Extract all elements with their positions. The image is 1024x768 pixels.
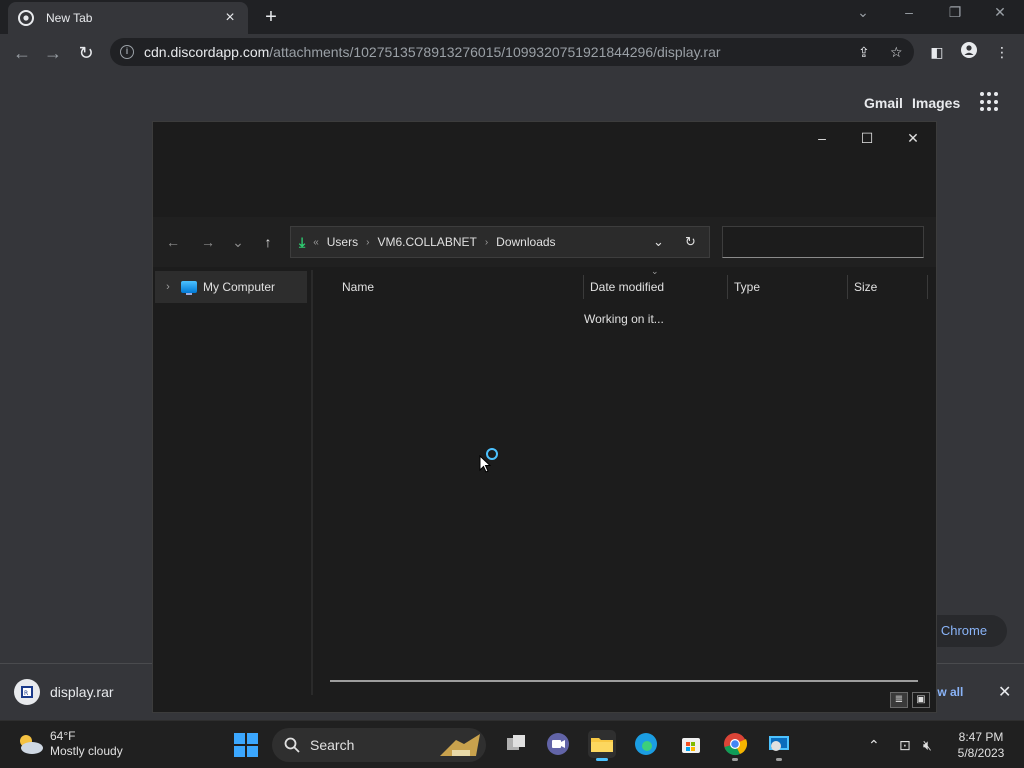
- dialog-maximize-icon[interactable]: ☐: [852, 128, 882, 148]
- dialog-address-bar[interactable]: ⤓ « Users › VM6.COLLABNET › Downloads ⌄ …: [290, 226, 710, 258]
- chrome-tab-bar: New Tab × + ⌄ – ❐ ✕: [0, 0, 1024, 34]
- microsoft-store-icon[interactable]: [677, 730, 705, 758]
- weather-desc: Mostly cloudy: [50, 744, 123, 758]
- weather-temp: 64°F: [50, 729, 76, 743]
- edge-icon[interactable]: [632, 730, 660, 758]
- profile-avatar-icon[interactable]: [959, 42, 979, 62]
- reload-button[interactable]: ↻: [73, 40, 99, 66]
- task-view-icon[interactable]: [502, 730, 530, 758]
- breadcrumb-vm6[interactable]: VM6.COLLABNET: [377, 235, 476, 249]
- computer-icon: [181, 281, 197, 295]
- column-header-type[interactable]: Type: [728, 275, 848, 299]
- file-open-dialog: – ☐ ✕ ← → ⌄ ↑ ⤓ « Users › VM6.COLLABNET …: [152, 121, 937, 713]
- address-history-chevron-icon[interactable]: ⌄: [653, 234, 664, 250]
- tree-expand-chevron-icon[interactable]: ›: [155, 281, 181, 293]
- weather-widget[interactable]: 64°F Mostly cloudy: [16, 729, 123, 759]
- running-app-indicator: [776, 758, 782, 761]
- side-panel-icon[interactable]: ◧: [927, 42, 947, 62]
- back-button[interactable]: ←: [9, 40, 35, 66]
- breadcrumb-separator-icon[interactable]: ›: [485, 237, 488, 248]
- url-text: cdn.discordapp.com/attachments/102751357…: [144, 44, 721, 60]
- network-icon[interactable]: ⊡: [899, 737, 911, 754]
- chrome-favicon-icon: [18, 10, 34, 26]
- navigation-pane: › My Computer: [153, 267, 309, 697]
- clock-date: 5/8/2023: [957, 746, 1005, 760]
- taskbar-search[interactable]: Search: [272, 728, 486, 762]
- active-app-indicator: [596, 758, 608, 761]
- search-icon: [284, 737, 300, 753]
- start-button-icon[interactable]: [234, 733, 258, 757]
- search-highlight-icon: [440, 734, 480, 756]
- minimize-icon[interactable]: –: [897, 4, 921, 20]
- tab-close-icon[interactable]: ×: [222, 9, 238, 27]
- breadcrumb-users[interactable]: Users: [327, 235, 358, 249]
- cloudy-weather-icon: [20, 735, 43, 754]
- site-info-icon[interactable]: i: [120, 45, 134, 59]
- breadcrumb-downloads[interactable]: Downloads: [496, 235, 555, 249]
- download-item[interactable]: R display.rar: [14, 679, 114, 705]
- refresh-icon[interactable]: ↻: [685, 234, 696, 250]
- dialog-forward-icon[interactable]: →: [198, 233, 218, 251]
- taskbar-search-label: Search: [310, 737, 355, 753]
- running-app-indicator: [732, 758, 738, 761]
- gmail-link[interactable]: Gmail: [864, 95, 903, 111]
- dialog-up-icon[interactable]: ↑: [258, 233, 278, 251]
- downloads-folder-icon: ⤓: [299, 233, 306, 250]
- tab-search-chevron-icon[interactable]: ⌄: [851, 4, 875, 21]
- tab-new-tab[interactable]: New Tab ×: [8, 2, 248, 34]
- address-bar[interactable]: i cdn.discordapp.com/attachments/1027513…: [110, 38, 914, 66]
- tree-item-my-computer[interactable]: › My Computer: [155, 271, 307, 303]
- column-header-name[interactable]: Name: [336, 275, 584, 299]
- share-icon[interactable]: ⇪: [858, 44, 870, 61]
- svg-text:R: R: [24, 690, 28, 697]
- column-header-date-modified[interactable]: Date modified: [584, 275, 728, 299]
- breadcrumb-overflow[interactable]: «: [313, 237, 319, 248]
- dialog-back-icon[interactable]: ←: [163, 233, 183, 251]
- loading-status-text: Working on it...: [584, 312, 664, 326]
- dialog-minimize-icon[interactable]: –: [807, 128, 837, 148]
- column-header-size[interactable]: Size: [848, 275, 928, 299]
- new-tab-button[interactable]: +: [260, 6, 282, 28]
- restore-icon[interactable]: ❐: [943, 4, 967, 21]
- volume-muted-icon[interactable]: 🔇︎: [923, 737, 932, 754]
- images-link[interactable]: Images: [912, 95, 960, 111]
- file-explorer-taskbar-icon[interactable]: [588, 730, 616, 761]
- close-window-icon[interactable]: ✕: [988, 4, 1012, 21]
- tree-item-label: My Computer: [203, 280, 276, 294]
- dialog-close-icon[interactable]: ✕: [898, 128, 928, 148]
- download-filename: display.rar: [50, 684, 114, 700]
- close-shelf-icon[interactable]: ✕: [998, 682, 1011, 702]
- chrome-menu-icon[interactable]: ⋮: [992, 42, 1012, 62]
- rar-file-icon: R: [14, 679, 40, 705]
- system-clock[interactable]: 8:47 PM 5/8/2023: [950, 729, 1012, 761]
- horizontal-scrollbar[interactable]: [330, 680, 918, 682]
- chrome-taskbar-icon[interactable]: [721, 730, 749, 761]
- mouse-cursor-icon: [479, 455, 491, 473]
- forward-button[interactable]: →: [40, 40, 66, 66]
- details-view-icon[interactable]: ≣: [890, 692, 908, 708]
- show-hidden-icons-chevron-icon[interactable]: ⌃: [868, 737, 880, 754]
- remote-desktop-icon[interactable]: [765, 730, 793, 761]
- teams-chat-icon[interactable]: [544, 730, 572, 758]
- windows-taskbar: 64°F Mostly cloudy Search ⌃ ⊡ 🔇︎ 8:47 PM…: [0, 720, 1024, 768]
- dialog-navigation-bar: ← → ⌄ ↑ ⤓ « Users › VM6.COLLABNET › Down…: [153, 217, 936, 267]
- clock-time: 8:47 PM: [958, 730, 1004, 744]
- large-icons-view-icon[interactable]: ▣: [912, 692, 930, 708]
- dialog-search-input[interactable]: [722, 226, 924, 258]
- tab-title: New Tab: [46, 11, 93, 25]
- bookmark-star-icon[interactable]: ☆: [890, 44, 903, 61]
- google-apps-icon[interactable]: [980, 92, 1000, 112]
- pane-splitter[interactable]: [311, 270, 313, 695]
- breadcrumb-separator-icon[interactable]: ›: [366, 237, 369, 248]
- recent-locations-chevron-icon[interactable]: ⌄: [228, 233, 248, 251]
